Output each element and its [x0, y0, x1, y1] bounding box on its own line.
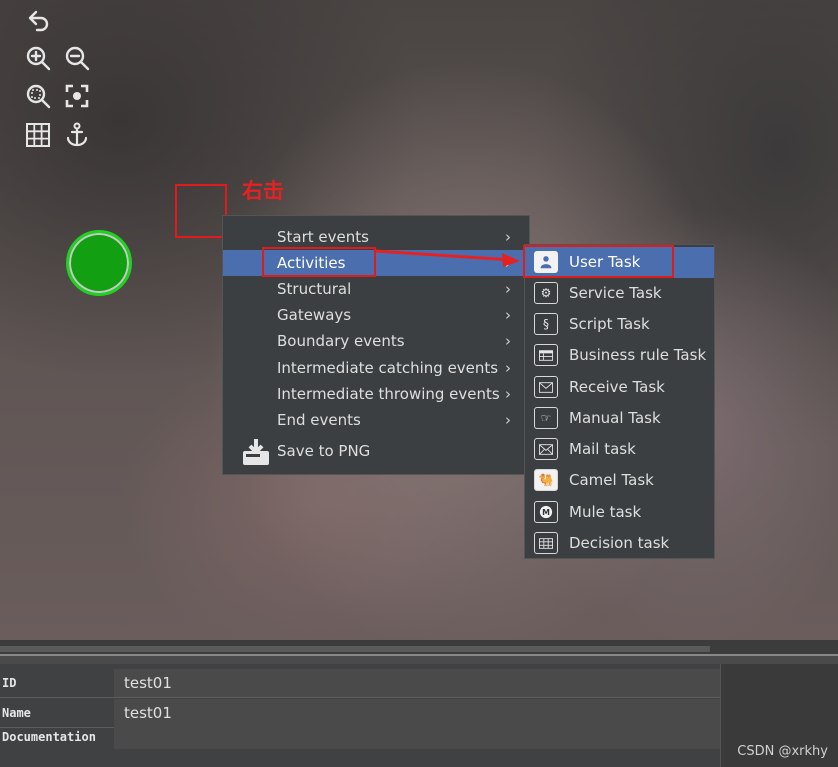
user-task-highlight	[523, 245, 674, 278]
menu-item-end-events[interactable]: End events ›	[223, 407, 529, 433]
property-label: Documentation	[2, 730, 96, 744]
chevron-right-icon: ›	[505, 306, 511, 324]
chevron-right-icon: ›	[505, 228, 511, 246]
menu-item-label: Structural	[277, 280, 352, 298]
menu-item-structural[interactable]: Structural ›	[223, 276, 529, 302]
submenu-item-manual-task[interactable]: ☞ Manual Task	[525, 403, 714, 434]
id-field[interactable]: test01	[114, 669, 720, 697]
menu-item-gateways[interactable]: Gateways ›	[223, 302, 529, 328]
service-task-icon: ⚙	[534, 282, 558, 304]
submenu-item-decision-task[interactable]: Decision task	[525, 528, 714, 559]
submenu-item-receive-task[interactable]: Receive Task	[525, 372, 714, 403]
submenu-item-label: Script Task	[569, 315, 650, 333]
undo-icon[interactable]	[23, 6, 53, 36]
mule-task-icon: M	[534, 501, 558, 523]
properties-panel: ID test01 Name test01 Documentation	[0, 664, 838, 767]
submenu-item-script-task[interactable]: § Script Task	[525, 309, 714, 340]
property-label: Name	[2, 706, 31, 720]
menu-item-label: Gateways	[277, 306, 352, 324]
menu-item-label: Boundary events	[277, 332, 405, 350]
menu-item-label: End events	[277, 411, 361, 429]
chevron-right-icon: ›	[505, 332, 511, 350]
documentation-field[interactable]	[114, 725, 720, 749]
submenu-item-service-task[interactable]: ⚙ Service Task	[525, 278, 714, 309]
zoom-in-icon[interactable]	[23, 43, 53, 73]
submenu-item-label: Mail task	[569, 440, 636, 458]
chevron-right-icon: ›	[505, 280, 511, 298]
script-task-icon: §	[534, 313, 558, 335]
save-icon	[243, 439, 269, 465]
receive-task-icon	[534, 376, 558, 398]
submenu-item-business-rule-task[interactable]: Business rule Task	[525, 340, 714, 371]
menu-item-intermediate-throwing-events[interactable]: Intermediate throwing events ›	[223, 381, 529, 407]
horizontal-scrollbar[interactable]	[0, 646, 710, 652]
property-label: ID	[2, 676, 17, 690]
submenu-item-label: Business rule Task	[569, 346, 707, 364]
activities-submenu: User Task ⚙ Service Task § Script Task B…	[524, 244, 715, 559]
svg-text:M: M	[542, 508, 550, 517]
property-row-id: ID test01	[0, 669, 720, 697]
chevron-right-icon: ›	[505, 359, 511, 377]
activities-highlight	[262, 247, 376, 277]
name-field[interactable]: test01	[114, 699, 720, 727]
submenu-item-label: Manual Task	[569, 409, 661, 427]
decision-task-icon	[534, 532, 558, 554]
right-click-highlight	[175, 184, 227, 238]
zoom-out-icon[interactable]	[62, 43, 92, 73]
submenu-item-label: Service Task	[569, 284, 662, 302]
watermark: CSDN @xrkhy	[737, 744, 828, 759]
submenu-item-label: Decision task	[569, 534, 670, 552]
annotation-label: 右击	[242, 179, 284, 203]
menu-item-label: Start events	[277, 228, 369, 246]
menu-item-save-to-png[interactable]: Save to PNG	[223, 434, 529, 468]
chevron-right-icon: ›	[505, 254, 511, 272]
menu-item-label: Intermediate throwing events	[277, 385, 500, 403]
menu-item-label: Intermediate catching events	[277, 359, 499, 377]
mail-task-icon	[534, 438, 558, 460]
menu-item-intermediate-catching-events[interactable]: Intermediate catching events ›	[223, 355, 529, 381]
menu-item-boundary-events[interactable]: Boundary events ›	[223, 328, 529, 354]
menu-item-label: Save to PNG	[277, 442, 371, 460]
submenu-item-label: Mule task	[569, 503, 642, 521]
chevron-right-icon: ›	[505, 411, 511, 429]
manual-task-icon: ☞	[534, 407, 558, 429]
divider	[0, 697, 720, 698]
grid-icon[interactable]	[23, 120, 53, 150]
anchor-icon[interactable]	[62, 120, 92, 150]
property-row-name: Name test01	[0, 699, 720, 727]
submenu-item-label: Camel Task	[569, 471, 654, 489]
chevron-right-icon: ›	[505, 385, 511, 403]
submenu-item-camel-task[interactable]: 🐫 Camel Task	[525, 465, 714, 496]
property-row-documentation: Documentation	[0, 725, 720, 749]
fit-to-screen-icon[interactable]	[62, 81, 92, 111]
submenu-item-mule-task[interactable]: M Mule task	[525, 497, 714, 528]
start-event-node[interactable]	[66, 230, 132, 296]
camel-task-icon: 🐫	[534, 469, 558, 491]
submenu-item-mail-task[interactable]: Mail task	[525, 434, 714, 465]
divider	[0, 654, 838, 656]
zoom-fit-icon[interactable]	[23, 81, 53, 111]
submenu-item-label: Receive Task	[569, 378, 665, 396]
panel-splitter[interactable]	[0, 640, 838, 656]
business-rule-task-icon	[534, 344, 558, 366]
